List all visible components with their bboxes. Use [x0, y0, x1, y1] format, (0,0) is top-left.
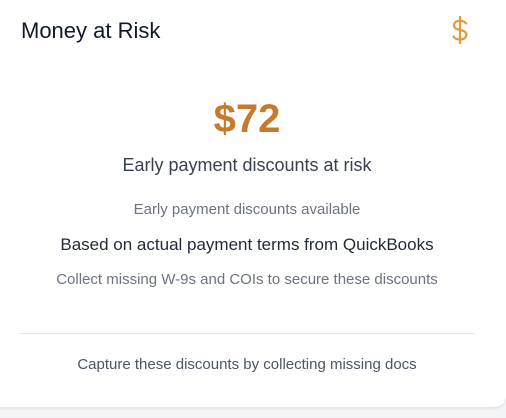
card-title: Money at Risk: [21, 18, 161, 43]
dollar-icon: [444, 14, 476, 46]
divider: [20, 333, 474, 334]
money-at-risk-card: Money at Risk $72 Early payment discount…: [0, 0, 506, 408]
amount-at-risk: $72: [213, 97, 281, 141]
available-note: Early payment discounts available: [133, 201, 361, 218]
source-note: Based on actual payment terms from Quick…: [60, 235, 434, 254]
amount-label: Early payment discounts at risk: [122, 155, 372, 175]
footer-text: Capture these discounts by collecting mi…: [77, 356, 417, 373]
action-note: Collect missing W-9s and COIs to secure …: [56, 271, 438, 288]
